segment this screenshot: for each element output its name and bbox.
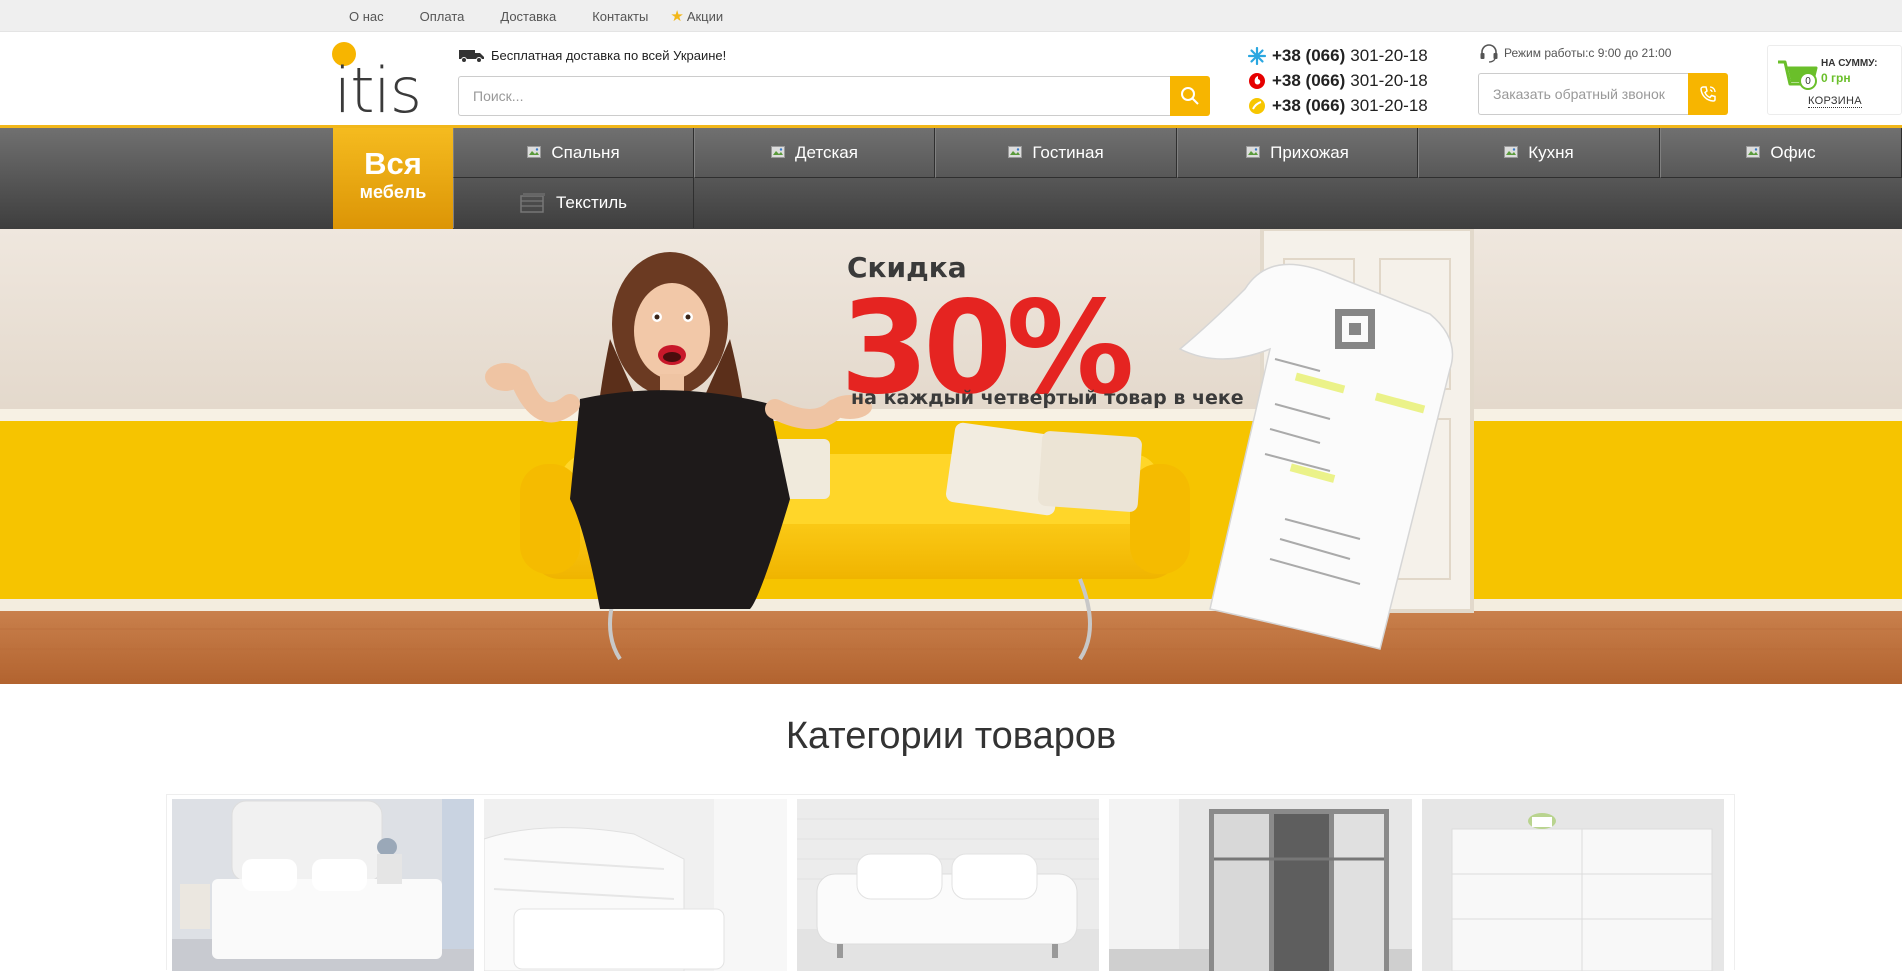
top-link-payment[interactable]: Оплата bbox=[420, 9, 465, 24]
callback-button[interactable] bbox=[1688, 73, 1728, 115]
callback-form bbox=[1478, 73, 1728, 115]
category-card-hallway[interactable] bbox=[1109, 799, 1412, 971]
top-link-delivery[interactable]: Доставка bbox=[500, 9, 556, 24]
nav-item-bedroom[interactable]: Спальня bbox=[453, 128, 694, 178]
nav-item-label: Кухня bbox=[1528, 142, 1574, 162]
nav-item-office[interactable]: Офис bbox=[1660, 128, 1902, 178]
phone-number: 301-20-18 bbox=[1350, 95, 1428, 115]
star-icon: ★ bbox=[670, 8, 684, 25]
nav-item-label: Офис bbox=[1770, 142, 1816, 162]
category-nav: Вся мебель Спальня Детская Гостиная Прих… bbox=[0, 128, 1902, 229]
cart-count: 0 bbox=[1799, 72, 1817, 90]
category-card-bedroom[interactable] bbox=[172, 799, 475, 971]
wardrobe-image bbox=[1109, 799, 1412, 971]
textile-icon bbox=[520, 193, 545, 213]
nav-item-label: Прихожая bbox=[1270, 142, 1349, 162]
free-delivery-text: Бесплатная доставка по всей Украине! bbox=[491, 48, 727, 63]
lifecell-icon bbox=[1249, 97, 1265, 114]
phone-number: 301-20-18 bbox=[1350, 45, 1428, 65]
cart-link[interactable]: КОРЗИНА bbox=[1808, 95, 1862, 108]
phone-call-icon bbox=[1700, 86, 1716, 102]
all-furniture-big: Вся bbox=[364, 146, 422, 181]
search-icon bbox=[1181, 87, 1199, 105]
search-bar bbox=[458, 76, 1210, 116]
headset-icon bbox=[1480, 44, 1498, 63]
cart-sum: 0 грн bbox=[1821, 71, 1851, 85]
search-button[interactable] bbox=[1170, 76, 1210, 116]
nav-item-kitchen[interactable]: Кухня bbox=[1418, 128, 1660, 178]
free-delivery-note: Бесплатная доставка по всей Украине! bbox=[459, 48, 726, 63]
vodafone-icon bbox=[1249, 72, 1265, 89]
phone-code: +38 (066) bbox=[1272, 95, 1346, 115]
top-link-promo-label: Акции bbox=[686, 8, 724, 24]
broken-image-icon bbox=[1504, 145, 1519, 158]
dresser-image bbox=[1421, 799, 1725, 971]
promo-banner[interactable]: Скидка 30% на каждый четвертый товар в ч… bbox=[0, 229, 1902, 684]
all-furniture-button[interactable]: Вся мебель bbox=[333, 128, 453, 229]
phone-lifecell[interactable]: +38 (066) 301-20-18 bbox=[1248, 93, 1428, 118]
category-cards bbox=[166, 794, 1735, 971]
top-bar: О нас Оплата Доставка Контакты ★ Акции bbox=[0, 0, 1902, 32]
blanket-image bbox=[484, 799, 787, 971]
banner-subtitle: на каждый четвертый товар в чеке bbox=[851, 387, 1244, 409]
broken-image-icon bbox=[1246, 145, 1261, 158]
working-hours-text: Режим работы:с 9:00 до 21:00 bbox=[1504, 46, 1672, 60]
all-furniture-small: мебель bbox=[359, 182, 427, 202]
nav-item-hallway[interactable]: Прихожая bbox=[1177, 128, 1418, 178]
search-input[interactable] bbox=[458, 76, 1170, 116]
cart-widget[interactable]: 0 НА СУММУ: 0 грн КОРЗИНА bbox=[1767, 45, 1902, 115]
top-link-contacts[interactable]: Контакты bbox=[592, 9, 648, 24]
broken-image-icon bbox=[1008, 145, 1023, 158]
callback-input[interactable] bbox=[1478, 73, 1688, 115]
nav-item-label: Спальня bbox=[551, 142, 620, 162]
nav-item-living-room[interactable]: Гостиная bbox=[935, 128, 1177, 178]
phone-list: +38 (066) 301-20-18 +38 (066) 301-20-18 … bbox=[1248, 43, 1428, 118]
nav-grid: Спальня Детская Гостиная Прихожая Кухня … bbox=[453, 128, 1902, 229]
broken-image-icon bbox=[1746, 145, 1761, 158]
broken-image-icon bbox=[771, 145, 785, 158]
top-link-promo[interactable]: ★ Акции bbox=[670, 7, 723, 25]
sofa-image bbox=[796, 799, 1100, 971]
category-card-living-room[interactable] bbox=[796, 799, 1100, 971]
nav-item-kids[interactable]: Детская bbox=[694, 128, 935, 178]
phone-number: 301-20-18 bbox=[1350, 70, 1428, 90]
nav-item-label: Текстиль bbox=[555, 193, 628, 212]
nav-item-label: Детская bbox=[795, 142, 858, 162]
cart-sum-label: НА СУММУ: bbox=[1821, 58, 1878, 69]
phone-code: +38 (066) bbox=[1272, 70, 1346, 90]
broken-image-icon bbox=[527, 145, 542, 158]
category-card-textile[interactable] bbox=[484, 799, 787, 971]
logo-text: itis bbox=[334, 54, 422, 127]
category-card-dresser[interactable] bbox=[1421, 799, 1725, 971]
site-logo[interactable]: itis bbox=[332, 42, 435, 127]
nav-item-label: Гостиная bbox=[1032, 142, 1104, 162]
working-hours: Режим работы:с 9:00 до 21:00 bbox=[1478, 43, 1671, 63]
top-link-about[interactable]: О нас bbox=[349, 9, 384, 24]
phone-kyivstar[interactable]: +38 (066) 301-20-18 bbox=[1248, 43, 1428, 68]
bed-image bbox=[172, 799, 475, 971]
kyivstar-icon bbox=[1248, 46, 1266, 65]
phone-code: +38 (066) bbox=[1272, 45, 1346, 65]
nav-item-textile[interactable]: Текстиль bbox=[453, 178, 694, 228]
phone-vodafone[interactable]: +38 (066) 301-20-18 bbox=[1248, 68, 1428, 93]
truck-icon bbox=[459, 49, 484, 63]
site-header: itis Бесплатная доставка по всей Украине… bbox=[0, 32, 1902, 128]
categories-title: Категории товаров bbox=[785, 715, 1117, 757]
